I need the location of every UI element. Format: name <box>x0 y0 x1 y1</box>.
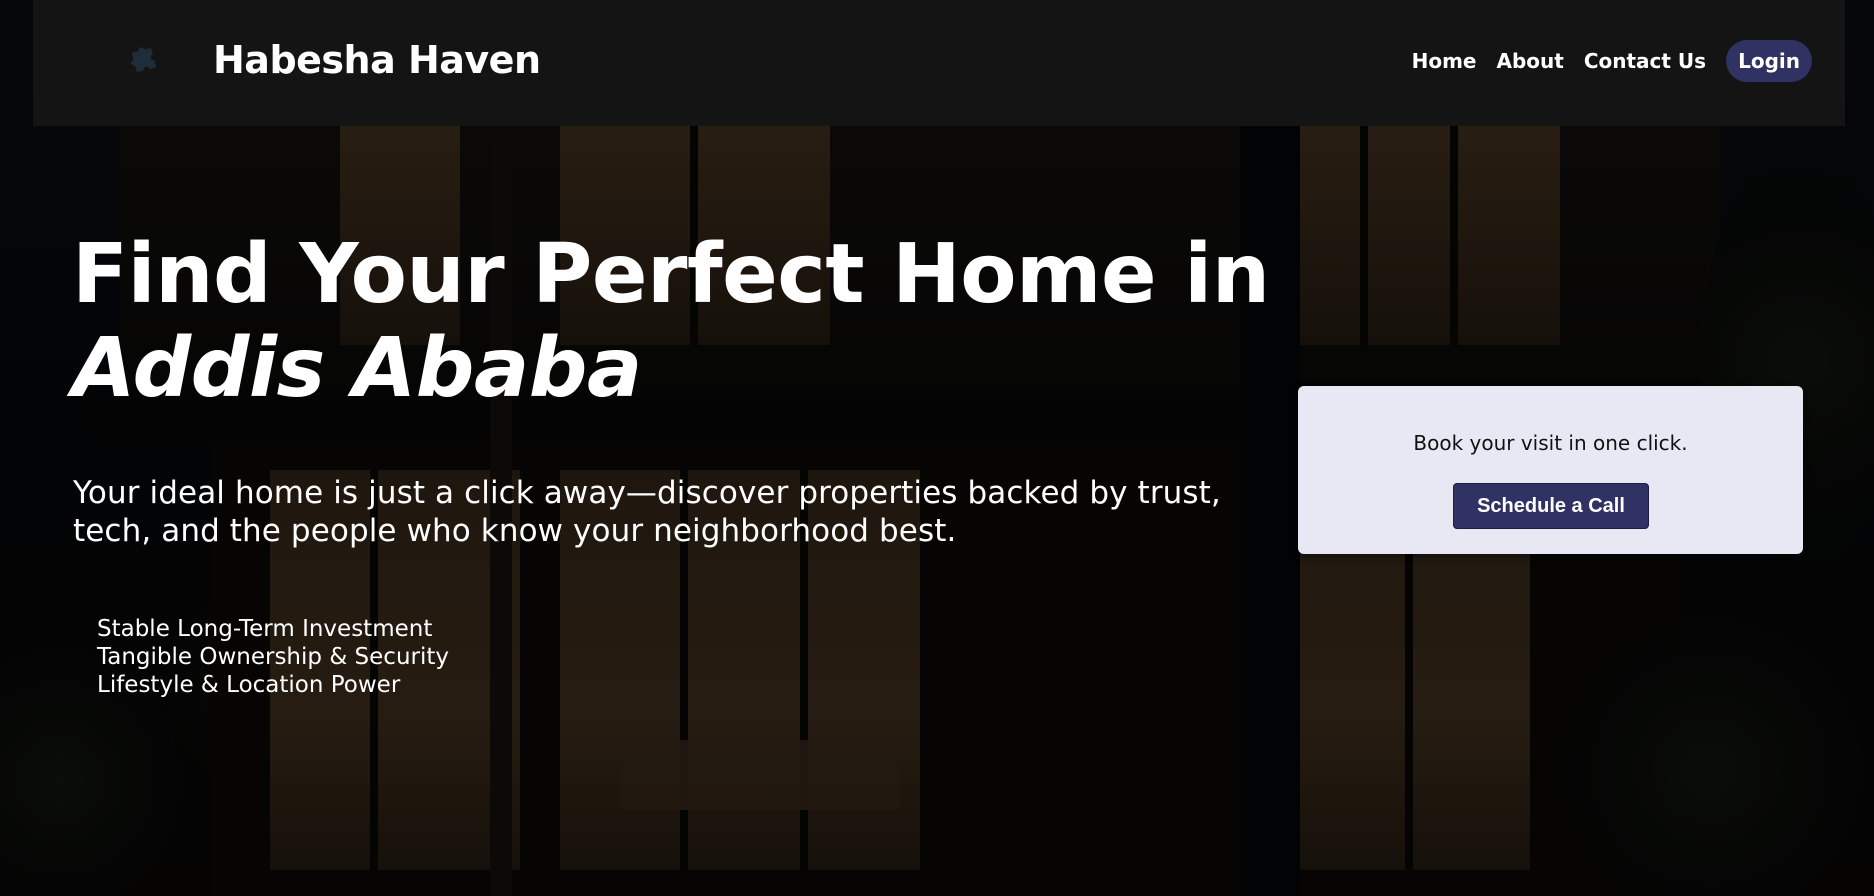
headline-line-1: Find Your Perfect Home in <box>72 227 1270 322</box>
benefit-item: Lifestyle & Location Power <box>97 672 401 698</box>
nav-link-contact[interactable]: Contact Us <box>1584 41 1706 81</box>
nav-link-home[interactable]: Home <box>1412 41 1477 81</box>
schedule-call-button[interactable]: Schedule a Call <box>1453 483 1649 529</box>
benefit-item: Stable Long-Term Investment <box>97 616 433 642</box>
booking-card-text: Book your visit in one click. <box>1413 431 1688 455</box>
brand-name[interactable]: Habesha Haven <box>213 36 541 84</box>
benefits-list: Stable Long-Term Investment Tangible Own… <box>97 615 449 699</box>
navbar: Habesha Haven Home About Contact Us Logi… <box>33 0 1845 126</box>
headline-line-2: Addis Ababa <box>72 321 642 416</box>
hero-headline: Find Your Perfect Home in Addis Ababa <box>72 228 1270 416</box>
login-button[interactable]: Login <box>1726 40 1812 82</box>
benefit-item: Tangible Ownership & Security <box>97 644 450 670</box>
nav-link-about[interactable]: About <box>1497 41 1564 81</box>
nav-links: Home About Contact Us Login <box>1412 40 1812 82</box>
puzzle-icon[interactable] <box>128 44 160 76</box>
hero-subtext: Your ideal home is just a click away—dis… <box>73 475 1221 549</box>
booking-card: Book your visit in one click. Schedule a… <box>1298 386 1803 554</box>
